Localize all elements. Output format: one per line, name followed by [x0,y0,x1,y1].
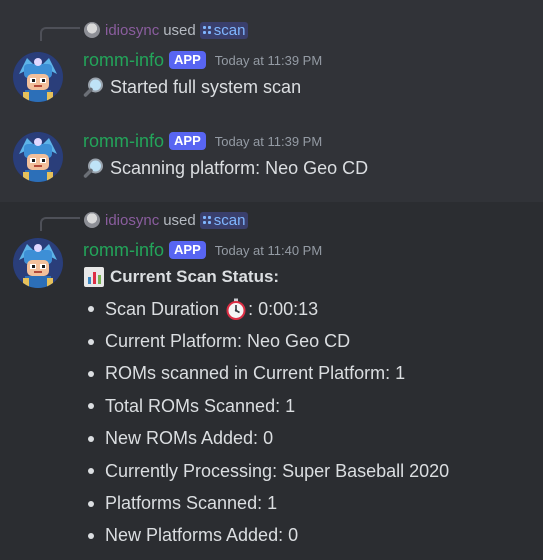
reply-preview[interactable]: idiosync used scan [84,210,249,230]
bullet [88,370,94,377]
item-label: Scan Duration [105,298,220,319]
list-item: Current Platform: Neo Geo CD [83,325,449,357]
author-name[interactable]: romm-info [83,131,164,152]
item-value: : 0:00:13 [248,298,319,319]
reply-connector [40,217,80,231]
command-icon [202,26,211,34]
command-name: scan [213,211,246,229]
message-text: Started full system scan [110,76,302,97]
slash-command[interactable]: scan [199,21,249,39]
bullet [88,338,94,345]
message-1: idiosync used scan romm-info APP Today a… [0,0,543,110]
timestamp[interactable]: Today at 11:39 PM [215,134,322,149]
message-header: romm-info APP Today at 11:39 PM [83,49,322,71]
app-badge: APP [169,241,206,259]
list-item: ROMs scanned in Current Platform: 1 [83,358,449,390]
reply-user[interactable]: idiosync [105,212,159,229]
item-text: Current Platform: Neo Geo CD [105,331,351,352]
author-name[interactable]: romm-info [83,240,164,261]
item-text: Currently Processing: Super Baseball 202… [105,460,450,481]
item-text: ROMs scanned in Current Platform: 1 [105,363,406,384]
timestamp[interactable]: Today at 11:40 PM [215,243,322,258]
bullet [88,468,94,475]
item-text: Total ROMs Scanned: 1 [105,395,296,416]
bot-avatar[interactable] [13,52,63,102]
list-item: Currently Processing: Super Baseball 202… [83,455,449,487]
bullet [88,500,94,507]
list-item: Total ROMs Scanned: 1 [83,390,449,422]
message-content: Scanning platform: Neo Geo CD [83,157,368,179]
author-name[interactable]: romm-info [83,50,164,71]
timestamp[interactable]: Today at 11:39 PM [215,53,322,68]
bar-chart-icon [83,266,105,288]
reply-used-text: used [163,21,196,39]
status-heading: Current Scan Status: [83,266,279,288]
message-3: idiosync used scan romm-info APP Today a… [0,202,543,560]
bullet [88,435,94,442]
item-text: Platforms Scanned: 1 [105,493,278,514]
stopwatch-icon [225,298,247,320]
message-text: Scanning platform: Neo Geo CD [110,157,369,178]
list-item: New ROMs Added: 0 [83,423,449,455]
user-avatar-icon [84,212,100,228]
slash-command[interactable]: scan [199,211,249,229]
message-2: romm-info APP Today at 11:39 PM Scanning… [0,110,543,200]
reply-connector [40,27,80,41]
status-title: Current Scan Status: [110,267,280,286]
command-name: scan [213,21,246,39]
bot-avatar[interactable] [13,238,63,288]
reply-used-text: used [163,211,196,229]
item-text: New Platforms Added: 0 [105,525,299,546]
app-badge: APP [169,132,206,150]
message-content: Started full system scan [83,76,301,98]
magnifying-glass-icon [83,157,105,179]
bullet [88,306,94,313]
app-badge: APP [169,51,206,69]
reply-user[interactable]: idiosync [105,22,159,39]
message-header: romm-info APP Today at 11:39 PM [83,130,322,152]
list-item: New Platforms Added: 0 [83,520,449,552]
message-header: romm-info APP Today at 11:40 PM [83,239,322,261]
user-avatar-icon [84,22,100,38]
reply-preview[interactable]: idiosync used scan [84,20,249,40]
list-item: Platforms Scanned: 1 [83,487,449,519]
magnifying-glass-icon [83,76,105,98]
status-list: Scan Duration : 0:00:13 Current Platform… [83,293,449,552]
bullet [88,532,94,539]
bullet [88,403,94,410]
list-item: Scan Duration : 0:00:13 [83,293,449,325]
item-text: New ROMs Added: 0 [105,428,274,449]
bot-avatar[interactable] [13,132,63,182]
command-icon [202,216,211,224]
